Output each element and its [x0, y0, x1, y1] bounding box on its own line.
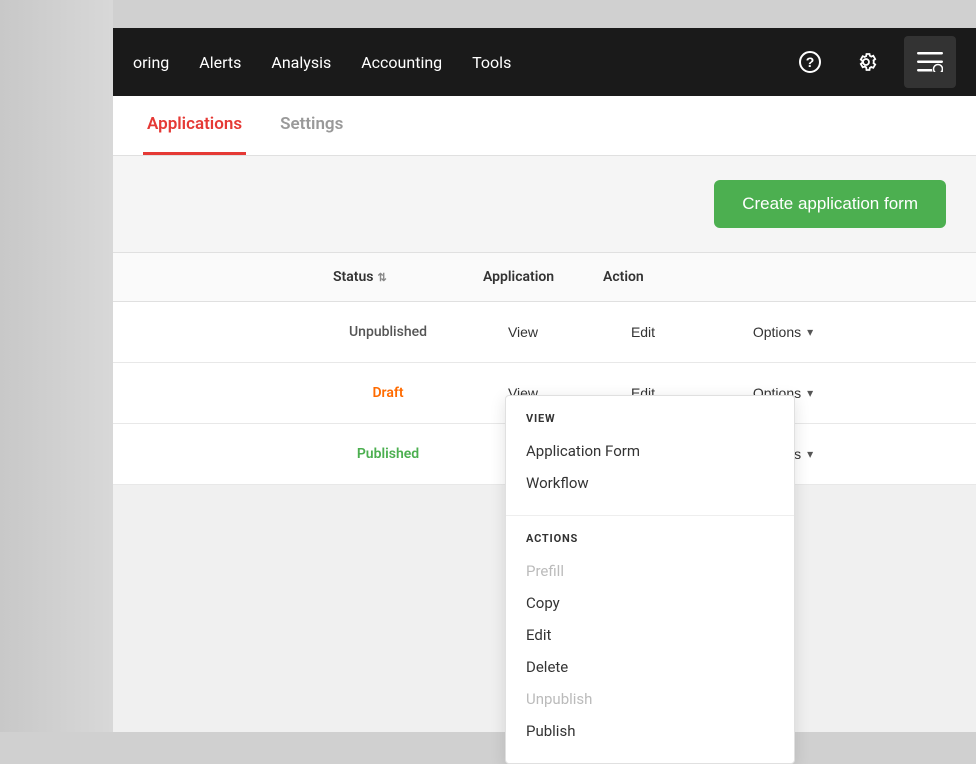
chevron-down-icon: ▾: [807, 325, 813, 339]
tabs-container: Applications Settings: [113, 96, 976, 156]
row1-view-button[interactable]: View: [500, 320, 546, 344]
row1-view[interactable]: View: [463, 302, 583, 362]
dropdown-actions-title: ACTIONS: [526, 532, 774, 545]
dropdown-workflow-item[interactable]: Workflow: [526, 467, 774, 499]
dropdown-actions-section: ACTIONS Prefill Copy Edit Delete Unpubli…: [506, 516, 794, 763]
th-status: Status ⇅: [313, 253, 463, 301]
row1-options[interactable]: Options ▾: [703, 302, 863, 362]
dropdown-publish-item[interactable]: Publish: [526, 715, 774, 747]
settings-icon-button[interactable]: [848, 44, 884, 80]
create-button-area: Create application form: [113, 156, 976, 252]
dropdown-view-section: VIEW Application Form Workflow: [506, 396, 794, 516]
row2-name: [113, 363, 313, 423]
dropdown-prefill-item: Prefill: [526, 555, 774, 587]
th-action: Action: [583, 253, 703, 301]
nav-item-tools[interactable]: Tools: [472, 53, 511, 72]
create-application-form-button[interactable]: Create application form: [714, 180, 946, 228]
nav-item-monitoring[interactable]: oring: [133, 53, 169, 72]
options-dropdown-menu: VIEW Application Form Workflow ACTIONS P…: [505, 395, 795, 764]
tab-settings[interactable]: Settings: [276, 96, 347, 155]
th-name: [113, 253, 313, 301]
chevron-down-icon: ▾: [807, 386, 813, 400]
row1-edit[interactable]: Edit: [583, 302, 703, 362]
sidebar-background: [0, 0, 113, 732]
nav-item-accounting[interactable]: Accounting: [361, 53, 442, 72]
row1-options-button[interactable]: Options ▾: [745, 320, 821, 344]
nav-icons: ?: [792, 36, 956, 88]
nav-items: oring Alerts Analysis Accounting Tools: [133, 53, 792, 72]
row1-name: [113, 302, 313, 362]
table-header: Status ⇅ Application Action: [113, 253, 976, 302]
menu-icon-button[interactable]: [904, 36, 956, 88]
row3-name: [113, 424, 313, 484]
nav-item-alerts[interactable]: Alerts: [199, 53, 241, 72]
tab-applications[interactable]: Applications: [143, 96, 246, 155]
dropdown-unpublish-item: Unpublish: [526, 683, 774, 715]
row1-status: Unpublished: [313, 302, 463, 362]
row3-status: Published: [313, 424, 463, 484]
table-row: Unpublished View Edit Options ▾: [113, 302, 976, 363]
dropdown-view-title: VIEW: [526, 412, 774, 425]
dropdown-edit-item[interactable]: Edit: [526, 619, 774, 651]
top-nav: oring Alerts Analysis Accounting Tools ?: [113, 28, 976, 96]
nav-item-analysis[interactable]: Analysis: [271, 53, 331, 72]
th-options: [703, 253, 863, 301]
row2-status: Draft: [313, 363, 463, 423]
sort-icon[interactable]: ⇅: [377, 271, 386, 284]
dropdown-copy-item[interactable]: Copy: [526, 587, 774, 619]
dropdown-delete-item[interactable]: Delete: [526, 651, 774, 683]
row1-edit-button[interactable]: Edit: [623, 320, 663, 344]
content-panel: Applications Settings: [113, 96, 976, 156]
th-application: Application: [463, 253, 583, 301]
dropdown-application-form-item[interactable]: Application Form: [526, 435, 774, 467]
svg-text:?: ?: [806, 54, 815, 70]
chevron-down-icon: ▾: [807, 447, 813, 461]
help-icon-button[interactable]: ?: [792, 44, 828, 80]
